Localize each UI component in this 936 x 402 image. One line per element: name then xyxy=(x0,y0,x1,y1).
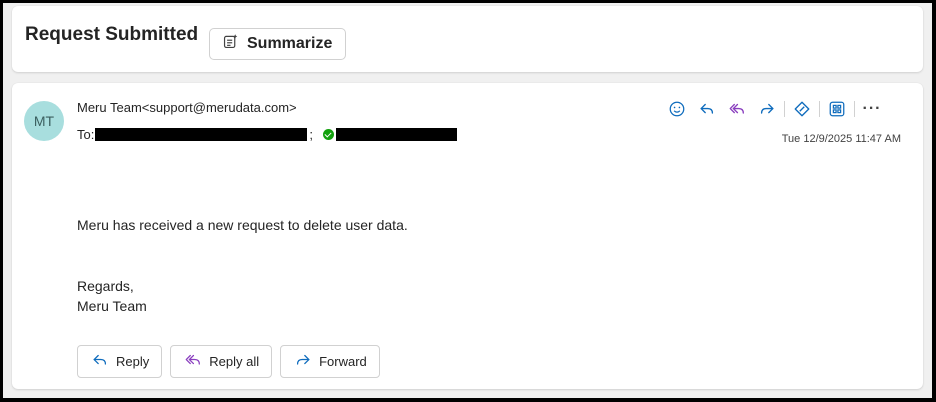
recipient-separator: ; xyxy=(309,127,313,142)
reply-all-icon xyxy=(184,351,202,372)
reply-icon[interactable] xyxy=(692,97,722,121)
more-icon[interactable]: ··· xyxy=(857,97,887,121)
apps-icon[interactable] xyxy=(822,97,852,121)
message-signature: Meru Team xyxy=(77,298,147,314)
to-label: To: xyxy=(77,127,95,142)
toolbar-divider xyxy=(784,101,785,117)
subject-header: Request Submitted Summarize xyxy=(12,6,923,72)
forward-label: Forward xyxy=(319,354,367,369)
toolbar-divider xyxy=(819,101,820,117)
reply-actions: Reply Reply all Forward xyxy=(77,345,380,378)
forward-icon xyxy=(294,351,312,372)
presence-available-icon xyxy=(322,129,334,140)
message-timestamp: Tue 12/9/2025 11:47 AM xyxy=(781,133,901,145)
emoji-icon[interactable] xyxy=(662,97,692,121)
message-signoff: Regards, xyxy=(77,278,134,294)
message-toolbar: ··· xyxy=(662,97,887,121)
summarize-label: Summarize xyxy=(247,35,333,52)
reply-all-icon[interactable] xyxy=(722,97,752,121)
loop-icon[interactable] xyxy=(787,97,817,121)
message-body-line: Meru has received a new request to delet… xyxy=(77,217,408,233)
reply-all-label: Reply all xyxy=(209,354,260,369)
sender-name: Meru Team xyxy=(77,100,142,115)
reply-label: Reply xyxy=(116,354,150,369)
sender-line[interactable]: Meru Team<support@merudata.com> xyxy=(77,100,297,115)
reply-all-button[interactable]: Reply all xyxy=(170,345,273,378)
forward-icon[interactable] xyxy=(752,97,782,121)
message-card: MT Meru Team<support@merudata.com> To: ; xyxy=(12,83,923,389)
avatar[interactable]: MT xyxy=(24,101,64,141)
sender-email: <support@merudata.com> xyxy=(141,100,297,115)
reply-icon xyxy=(91,351,109,372)
redacted-recipient[interactable] xyxy=(335,128,457,141)
toolbar-divider xyxy=(854,101,855,117)
reply-button[interactable]: Reply xyxy=(77,345,163,378)
redacted-recipient[interactable] xyxy=(95,128,308,141)
summarize-button[interactable]: Summarize xyxy=(209,28,346,60)
recipients-row: To: ; xyxy=(77,127,457,142)
summarize-icon xyxy=(222,33,239,55)
subject-title: Request Submitted xyxy=(25,24,199,45)
forward-button[interactable]: Forward xyxy=(280,345,380,378)
reading-pane: Request Submitted Summarize MT Meru Team… xyxy=(3,3,932,398)
